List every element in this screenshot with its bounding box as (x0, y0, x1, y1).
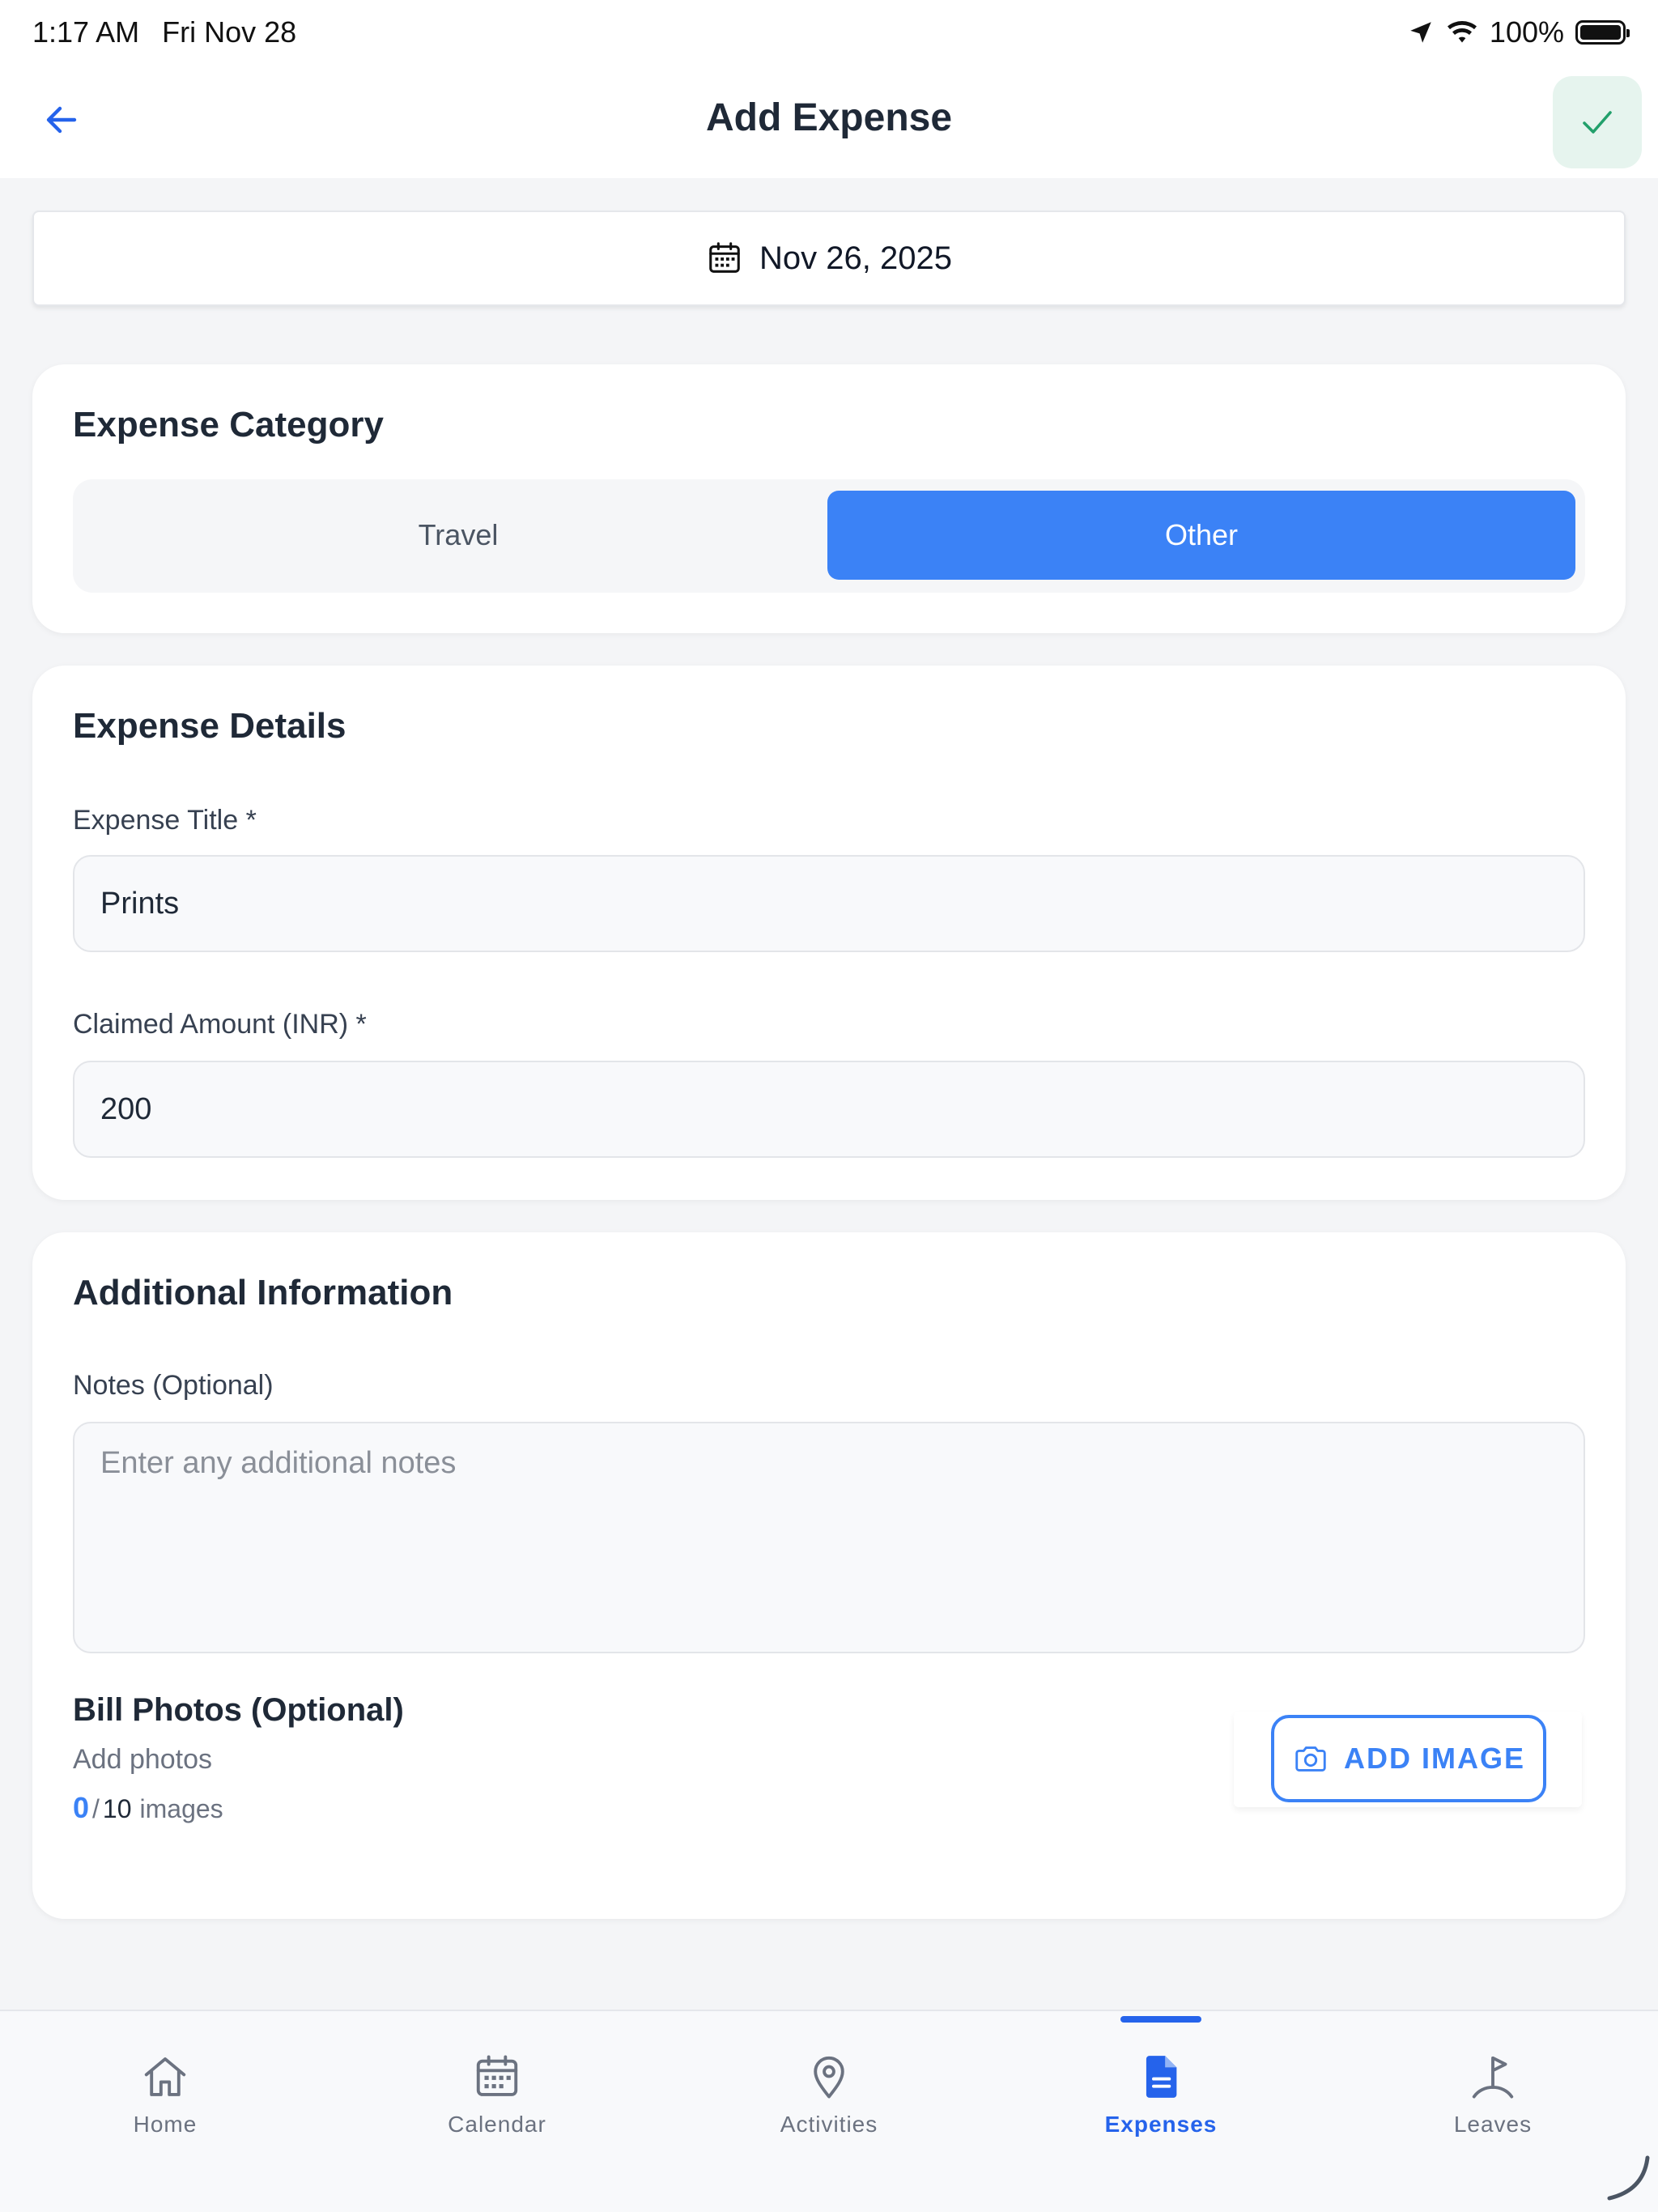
bill-photos-subtitle: Add photos (73, 1744, 213, 1775)
tab-home[interactable]: Home (60, 2052, 270, 2157)
tab-leaves-label: Leaves (1453, 2112, 1533, 2137)
camera-icon (1295, 1746, 1326, 1772)
tab-expenses-label: Expenses (1104, 2112, 1218, 2137)
flag-icon (1472, 2056, 1514, 2099)
tab-calendar-label: Calendar (448, 2112, 546, 2137)
battery-percent: 100% (1489, 15, 1564, 49)
expense-title-label: Expense Title * (73, 805, 257, 836)
wifi-icon (1447, 21, 1477, 43)
battery-icon (1575, 20, 1630, 45)
add-expense-screen: 1:17 AM Fri Nov 28 100% Add Expense Nov … (0, 0, 1658, 2212)
checkmark-icon (1583, 111, 1612, 134)
claimed-amount-input[interactable] (73, 1061, 1585, 1158)
tab-activities[interactable]: Activities (724, 2052, 934, 2157)
expense-details-title: Expense Details (73, 706, 346, 746)
header: Add Expense (0, 65, 1658, 178)
image-count-separator: / (92, 1794, 100, 1823)
image-counter: 0 / 10 images (73, 1791, 223, 1825)
add-image-container: ADD IMAGE (1234, 1712, 1582, 1807)
expense-category-card: Expense Category Travel Other (32, 364, 1626, 633)
expense-details-card: Expense Details Expense Title * Claimed … (32, 666, 1626, 1200)
date-value: Nov 26, 2025 (759, 240, 952, 276)
add-image-button[interactable]: ADD IMAGE (1271, 1715, 1546, 1802)
category-segmented-control: Travel Other (73, 479, 1585, 593)
calendar-icon (476, 2055, 518, 2096)
image-count-max: 10 (102, 1794, 132, 1823)
home-icon (144, 2057, 186, 2096)
status-bar: 1:17 AM Fri Nov 28 100% (0, 0, 1658, 65)
location-arrow-icon (1410, 22, 1431, 43)
map-pin-icon (814, 2056, 844, 2099)
status-date: Fri Nov 28 (162, 15, 297, 49)
status-right: 100% (1407, 15, 1630, 49)
calendar-icon (709, 242, 740, 273)
bill-photos-title: Bill Photos (Optional) (73, 1692, 404, 1728)
status-time: 1:17 AM (32, 15, 140, 49)
image-count-unit: images (139, 1794, 223, 1823)
add-image-label: ADD IMAGE (1344, 1742, 1525, 1775)
expense-title-input[interactable] (73, 855, 1585, 952)
category-option-travel[interactable]: Travel (84, 491, 832, 580)
expense-category-title: Expense Category (73, 405, 384, 445)
page-title: Add Expense (705, 96, 953, 139)
notes-textarea[interactable] (73, 1422, 1585, 1653)
document-icon (1146, 2056, 1177, 2098)
additional-info-title: Additional Information (73, 1273, 453, 1312)
save-button[interactable] (1553, 76, 1642, 168)
tab-home-label: Home (133, 2112, 198, 2137)
tab-leaves[interactable]: Leaves (1388, 2052, 1598, 2157)
tab-expenses[interactable]: Expenses (1056, 2052, 1266, 2157)
tab-calendar[interactable]: Calendar (392, 2052, 602, 2157)
image-count-current: 0 (73, 1791, 90, 1824)
date-picker[interactable]: Nov 26, 2025 (32, 211, 1626, 306)
home-indicator-arc (1607, 2155, 1650, 2201)
tab-activities-label: Activities (780, 2112, 878, 2137)
bottom-tab-bar: Home Calendar Activities Expenses Leaves (0, 2010, 1658, 2212)
additional-info-card: Additional Information Notes (Optional) … (32, 1232, 1626, 1919)
active-tab-indicator (1120, 2016, 1201, 2023)
category-option-other[interactable]: Other (827, 491, 1575, 580)
notes-label: Notes (Optional) (73, 1370, 274, 1401)
claimed-amount-label: Claimed Amount (INR) * (73, 1009, 367, 1040)
